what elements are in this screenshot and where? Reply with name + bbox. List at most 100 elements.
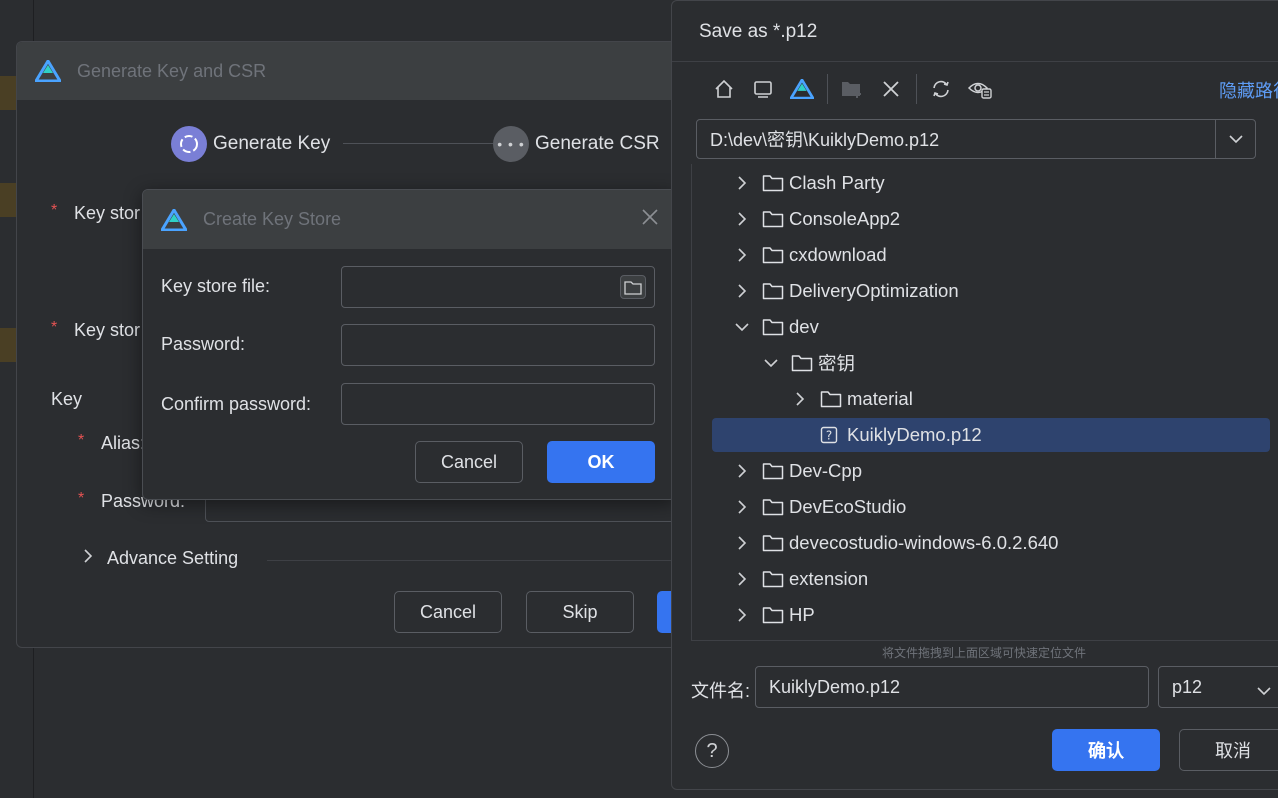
folder-icon: [762, 317, 784, 337]
dialog-title: Save as *.p12: [699, 21, 818, 42]
key-store-file-input[interactable]: [341, 266, 655, 308]
path-input[interactable]: D:\dev\密钥\KuiklyDemo.p12: [697, 126, 1215, 152]
refresh-icon[interactable]: [925, 73, 957, 105]
chevron-right-icon: [83, 549, 101, 568]
tree-folder-row[interactable]: DevEcoStudio: [692, 490, 1278, 524]
tree-item-label: DeliveryOptimization: [789, 280, 959, 301]
ok-button[interactable]: OK: [547, 441, 655, 483]
advance-setting-toggle[interactable]: Advance Setting: [83, 548, 238, 569]
chevron-right-icon[interactable]: [734, 535, 750, 551]
folder-icon: [762, 281, 784, 301]
key-store-password-label: Key stor: [74, 320, 141, 340]
folder-icon: [762, 245, 784, 265]
chevron-down-icon[interactable]: [1215, 120, 1255, 158]
save-as-dialog: Save as *.p12 隐藏路径 D:\dev\密钥\KuiklyDemo.…: [671, 0, 1278, 790]
tree-file-row[interactable]: ? KuiklyDemo.p12: [712, 418, 1270, 452]
hide-path-link[interactable]: 隐藏路径: [1219, 77, 1278, 103]
tree-item-label: extension: [789, 568, 869, 589]
cancel-button[interactable]: Cancel: [394, 591, 502, 633]
password-input[interactable]: [341, 324, 655, 366]
key-store-file-label: Key store file:: [161, 276, 271, 296]
folder-icon: [762, 497, 784, 517]
tree-folder-row[interactable]: ConsoleApp2: [692, 202, 1278, 236]
chevron-right-icon[interactable]: [734, 247, 750, 263]
step-generate-key: Generate Key: [171, 126, 330, 162]
create-key-store-dialog: Create Key Store Key store file: Passwor…: [142, 189, 676, 500]
required-mark: *: [78, 432, 85, 449]
advance-setting-label: Advance Setting: [107, 548, 239, 568]
chevron-right-icon[interactable]: [734, 211, 750, 227]
tree-folder-row[interactable]: extension: [692, 562, 1278, 596]
key-store-label: Key stor: [74, 203, 141, 223]
ide-marker: [0, 328, 16, 362]
tree-folder-row[interactable]: material: [692, 382, 1278, 416]
toolbar: [708, 73, 1003, 105]
dialog-title: Create Key Store: [203, 209, 342, 229]
cancel-button[interactable]: Cancel: [415, 441, 523, 483]
tree-item-label: devecostudio-windows-6.0.2.640: [789, 532, 1059, 553]
chevron-right-icon[interactable]: [734, 283, 750, 299]
tree-item-label: Dev-Cpp: [789, 460, 862, 481]
folder-icon: [791, 353, 813, 373]
toolbar-separator: [827, 74, 828, 104]
home-icon[interactable]: [708, 73, 740, 105]
folder-icon: [762, 209, 784, 229]
dialog-title: Generate Key and CSR: [77, 60, 267, 81]
step-active-icon: [171, 126, 207, 162]
browse-folder-button[interactable]: [620, 275, 646, 299]
confirm-password-input[interactable]: [341, 383, 655, 425]
file-name-input[interactable]: KuiklyDemo.p12: [755, 666, 1149, 708]
tree-folder-row[interactable]: DeliveryOptimization: [692, 274, 1278, 308]
close-icon[interactable]: [639, 208, 661, 230]
ide-marker: [0, 183, 16, 217]
tree-folder-row[interactable]: HP: [692, 598, 1278, 632]
chevron-down-icon: [1257, 680, 1271, 701]
chevron-right-icon[interactable]: [734, 175, 750, 191]
chevron-down-icon[interactable]: [763, 355, 779, 371]
help-icon[interactable]: ?: [695, 734, 729, 768]
tree-folder-row[interactable]: cxdownload: [692, 238, 1278, 272]
key-section-title: Key: [51, 389, 83, 409]
ide-marker: [0, 76, 16, 110]
path-combobox[interactable]: D:\dev\密钥\KuiklyDemo.p12: [696, 119, 1256, 159]
deveco-logo-icon[interactable]: [786, 73, 818, 105]
chevron-down-icon[interactable]: [734, 319, 750, 335]
svg-text:?: ?: [826, 429, 832, 443]
tree-folder-row[interactable]: Clash Party: [692, 166, 1278, 200]
file-tree[interactable]: Clash Party ConsoleApp2 cxdownload Delivery…: [691, 164, 1278, 641]
tree-item-label: material: [847, 388, 913, 409]
chevron-right-icon[interactable]: [734, 499, 750, 515]
tree-item-label: 密钥: [818, 353, 856, 374]
tree-folder-row[interactable]: Dev-Cpp: [692, 454, 1278, 488]
toggle-hidden-icon[interactable]: [964, 73, 996, 105]
new-folder-icon[interactable]: [836, 73, 868, 105]
confirm-button[interactable]: 确认: [1052, 729, 1160, 771]
folder-icon: [762, 605, 784, 625]
dialog-title-bar[interactable]: Generate Key and CSR: [17, 42, 695, 100]
skip-button[interactable]: Skip: [526, 591, 634, 633]
cancel-button[interactable]: 取消: [1179, 729, 1278, 771]
step-generate-csr: • • • Generate CSR: [493, 126, 660, 162]
delete-icon[interactable]: [875, 73, 907, 105]
tree-folder-row[interactable]: 密钥: [692, 346, 1278, 380]
tree-folder-row[interactable]: devecostudio-windows-6.0.2.640: [692, 526, 1278, 560]
dialog-title-bar[interactable]: Create Key Store: [143, 190, 675, 249]
chevron-right-icon[interactable]: [734, 607, 750, 623]
tree-item-label: Clash Party: [789, 172, 885, 193]
folder-icon: [762, 533, 784, 553]
chevron-right-icon[interactable]: [734, 571, 750, 587]
divider: [672, 61, 1278, 62]
tree-item-label: DevEcoStudio: [789, 496, 907, 517]
deveco-logo-icon: [35, 60, 61, 82]
chevron-right-icon[interactable]: [734, 463, 750, 479]
chevron-right-icon[interactable]: [792, 391, 808, 407]
tree-folder-row[interactable]: dev: [692, 310, 1278, 344]
tree-item-label: HP: [789, 604, 815, 625]
divider: [267, 560, 695, 561]
password-label: Password:: [161, 334, 246, 354]
desktop-icon[interactable]: [747, 73, 779, 105]
file-type-select[interactable]: p12: [1158, 666, 1278, 708]
step-pending-icon: • • •: [493, 126, 529, 162]
tree-item-label: KuiklyDemo.p12: [847, 424, 982, 445]
